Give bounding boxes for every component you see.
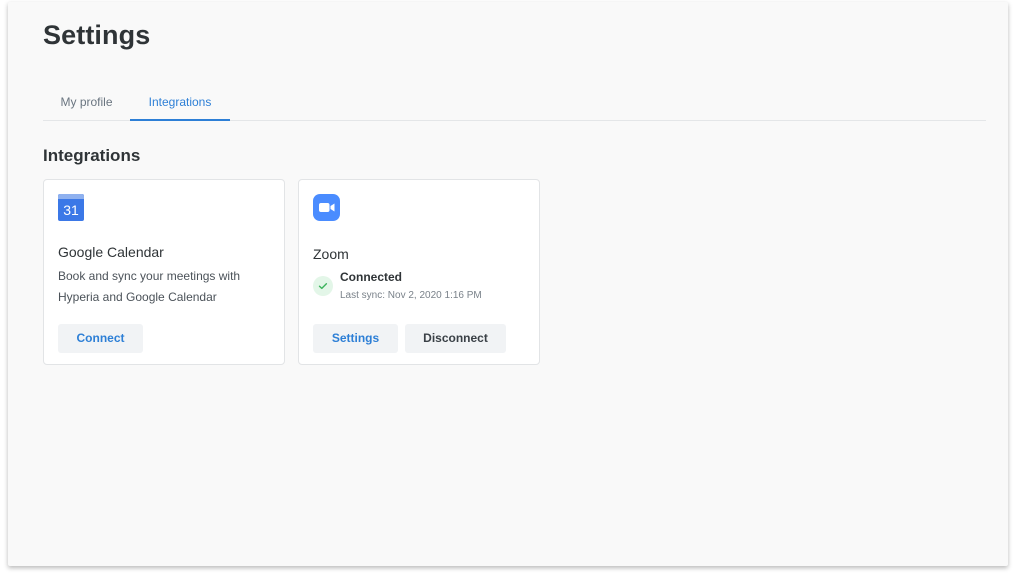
- google-calendar-icon: 31: [58, 194, 84, 221]
- calendar-date-number: 31: [63, 202, 79, 218]
- section-title: Integrations: [43, 146, 141, 165]
- connection-status: Connected: [340, 270, 403, 284]
- check-icon: [313, 276, 333, 296]
- integration-name: Google Calendar: [58, 244, 164, 260]
- disconnect-button[interactable]: Disconnect: [405, 324, 506, 353]
- tab-my-profile[interactable]: My profile: [43, 84, 130, 120]
- zoom-card: Zoom Connected Last sync: Nov 2, 2020 1:…: [298, 179, 540, 365]
- google-calendar-card: 31 Google Calendar Book and sync your me…: [43, 179, 285, 365]
- settings-window: Settings My profile Integrations Integra…: [8, 2, 1008, 566]
- last-sync-timestamp: Last sync: Nov 2, 2020 1:16 PM: [340, 290, 482, 301]
- connect-button[interactable]: Connect: [58, 324, 143, 353]
- video-camera-icon: [319, 203, 335, 212]
- settings-tabs: My profile Integrations: [43, 84, 986, 121]
- zoom-icon: [313, 194, 340, 221]
- integration-name: Zoom: [313, 246, 349, 262]
- page-title: Settings: [43, 20, 151, 50]
- zoom-settings-button[interactable]: Settings: [313, 324, 398, 353]
- tab-integrations[interactable]: Integrations: [130, 84, 230, 121]
- integration-description: Book and sync your meetings with Hyperia…: [58, 269, 241, 304]
